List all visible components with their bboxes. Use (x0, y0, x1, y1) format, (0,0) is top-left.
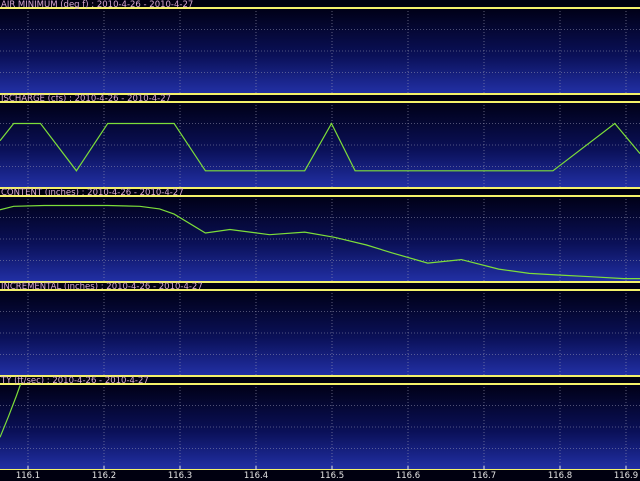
panel-title-1: ISCHARGE (cfs) : 2010-4-26 - 2010-4-27 (1, 94, 172, 104)
panel-title-4: TY (ft/sec) : 2010-4-26 - 2010-4-27 (1, 376, 149, 386)
panel-title-3: INCREMENTAL (inches) : 2010-4-26 - 2010-… (1, 282, 203, 292)
chart-canvas (0, 7, 640, 470)
panels (0, 7, 640, 470)
panel-title-0: AIR MINIMUM (deg f) : 2010-4-26 - 2010-4… (1, 0, 194, 10)
panel-title-2: CONTENT (inches) : 2010-4-26 - 2010-4-27 (1, 188, 184, 198)
